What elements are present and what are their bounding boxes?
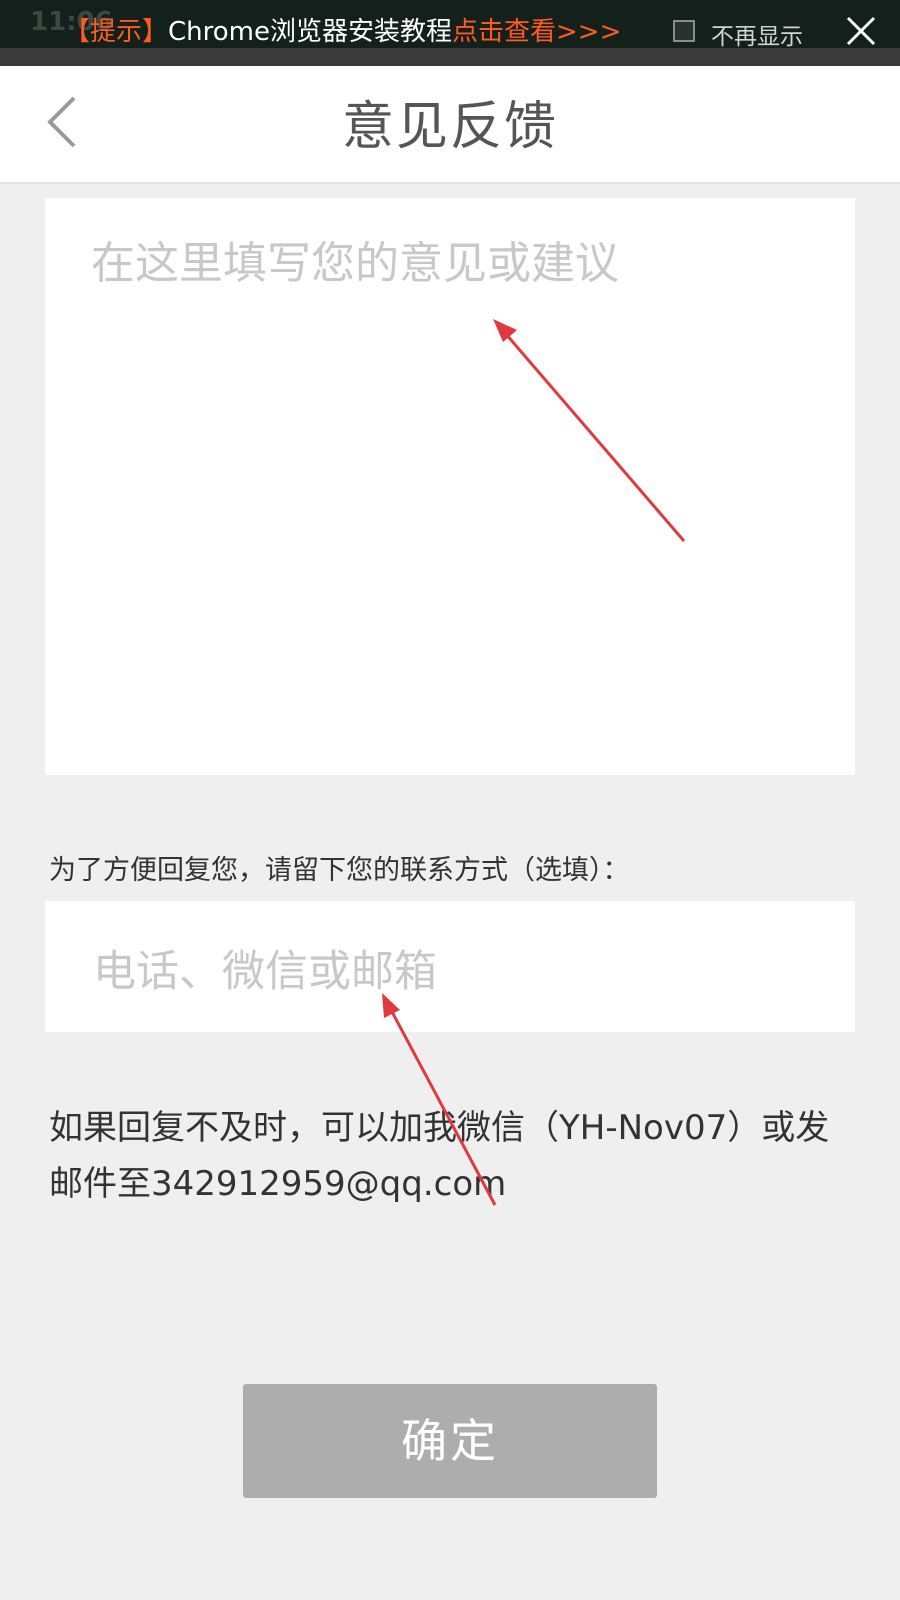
banner-message[interactable]: 【提示】Chrome浏览器安装教程点击查看>>>	[64, 15, 621, 49]
banner-title: Chrome浏览器安装教程	[168, 17, 452, 47]
contact-label: 为了方便回复您，请留下您的联系方式（选填）：	[49, 855, 630, 886]
banner-tag: 【提示】	[64, 17, 169, 47]
feedback-textarea[interactable]: 在这里填写您的意见或建议	[45, 198, 855, 775]
contact-placeholder: 电话、微信或邮箱	[93, 947, 437, 997]
dont-show-again-checkbox[interactable]	[673, 20, 695, 42]
close-icon[interactable]	[846, 16, 876, 46]
reply-notice: 如果回复不及时，可以加我微信（YH-Nov07）或发邮件至342912959@q…	[49, 1108, 830, 1204]
feedback-placeholder: 在这里填写您的意见或建议	[91, 238, 619, 289]
install-tip-banner: 11:06 【提示】Chrome浏览器安装教程点击查看>>> 不再显示	[0, 0, 900, 51]
dont-show-again-label[interactable]: 不再显示	[711, 17, 803, 51]
confirm-button[interactable]: 确定	[243, 1384, 657, 1498]
contact-input[interactable]: 电话、微信或邮箱	[45, 901, 855, 1032]
header-bar: 意见反馈	[0, 66, 900, 184]
page-title: 意见反馈	[341, 97, 558, 157]
banner-link[interactable]: 点击查看>>>	[452, 17, 621, 47]
banner-bottom-strip	[0, 48, 900, 66]
